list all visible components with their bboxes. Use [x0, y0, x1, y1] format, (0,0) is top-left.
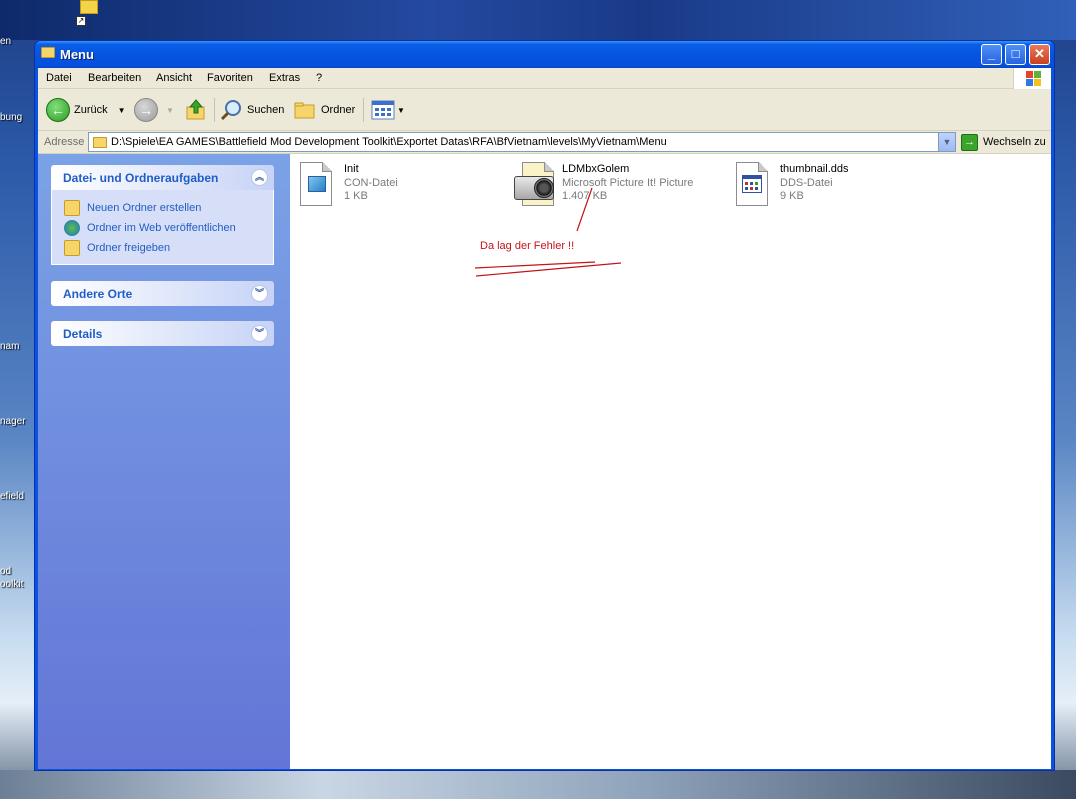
go-label: Wechseln zu: [983, 136, 1046, 148]
desktop-label[interactable]: od: [0, 566, 11, 577]
file-list: Init CON-Datei 1 KB LDMbxGolem Microsoft…: [290, 154, 1051, 769]
folder-icon: [93, 137, 107, 148]
task-label: Ordner freigeben: [87, 242, 171, 254]
menu-datei[interactable]: Datei: [46, 72, 72, 84]
close-button[interactable]: ✕: [1029, 44, 1050, 65]
forward-arrow-icon: →: [134, 98, 158, 122]
menu-extras[interactable]: Extras: [269, 72, 300, 84]
minimize-button[interactable]: _: [981, 44, 1002, 65]
standard-toolbar: ← Zurück ▼ → ▼ Suchen Ordner ▼: [38, 89, 1051, 131]
go-button[interactable]: → Wechseln zu: [961, 133, 1046, 151]
desktop-label[interactable]: oolkit: [0, 579, 23, 590]
maximize-button[interactable]: □: [1005, 44, 1026, 65]
file-type: Microsoft Picture It! Picture: [562, 177, 694, 189]
task-new-folder[interactable]: Neuen Ordner erstellen: [64, 198, 273, 218]
up-folder-button[interactable]: [184, 96, 208, 124]
file-type: CON-Datei: [344, 177, 398, 189]
file-item[interactable]: thumbnail.dds DDS-Datei 9 KB: [732, 160, 942, 212]
file-type: DDS-Datei: [780, 177, 833, 189]
panel-title: Datei- und Ordneraufgaben: [63, 171, 219, 185]
desktop-background-top: [0, 0, 1076, 40]
menu-bearbeiten[interactable]: Bearbeiten: [88, 72, 141, 84]
task-label: Neuen Ordner erstellen: [87, 202, 202, 214]
folders-icon: [294, 102, 315, 119]
title-bar[interactable]: Menu _ □ ✕: [35, 41, 1054, 68]
file-item[interactable]: Init CON-Datei 1 KB: [296, 160, 506, 212]
menu-ansicht[interactable]: Ansicht: [156, 72, 192, 84]
address-bar: Adresse D:\Spiele\EA GAMES\Battlefield M…: [38, 131, 1051, 154]
back-label: Zurück: [74, 104, 108, 116]
desktop-label[interactable]: bung: [0, 112, 22, 123]
toolbar-separator: [214, 98, 215, 122]
menu-bar: Datei Bearbeiten Ansicht Favoriten Extra…: [38, 68, 1051, 89]
panel-header[interactable]: Datei- und Ordneraufgaben ︽: [51, 165, 274, 190]
panel-body: Neuen Ordner erstellen Ordner im Web ver…: [51, 190, 274, 265]
desktop-label[interactable]: nager: [0, 416, 26, 427]
up-folder-icon: [186, 99, 205, 120]
address-path: D:\Spiele\EA GAMES\Battlefield Mod Devel…: [111, 136, 667, 148]
folder-icon: [80, 0, 98, 14]
chevron-down-icon: ▼: [397, 105, 405, 115]
panel-title: Details: [63, 327, 103, 341]
con-file-icon: [296, 160, 336, 208]
search-button[interactable]: Suchen: [219, 96, 284, 124]
go-arrow-icon: →: [961, 133, 978, 151]
address-dropdown-button[interactable]: ▼: [938, 133, 955, 151]
folder-icon: [41, 47, 55, 58]
file-name: thumbnail.dds: [780, 163, 849, 175]
views-button[interactable]: ▼: [371, 96, 405, 124]
file-name: LDMbxGolem: [562, 163, 630, 175]
file-size: 9 KB: [780, 190, 804, 202]
panel-title: Andere Orte: [63, 287, 133, 301]
back-button[interactable]: ← Zurück ▼: [46, 96, 126, 124]
folders-label: Ordner: [321, 104, 356, 116]
address-input[interactable]: D:\Spiele\EA GAMES\Battlefield Mod Devel…: [88, 132, 956, 152]
window-client: Datei Bearbeiten Ansicht Favoriten Extra…: [38, 68, 1051, 769]
dds-file-icon: [732, 160, 772, 208]
file-size: 1.407 KB: [562, 190, 608, 202]
other-places-panel: Andere Orte ︾: [51, 281, 274, 306]
views-icon: [371, 100, 395, 120]
search-label: Suchen: [247, 104, 285, 116]
details-panel: Details ︾: [51, 321, 274, 346]
chevron-down-icon[interactable]: ▼: [166, 106, 174, 115]
windows-logo-icon: [1013, 68, 1051, 89]
folders-button[interactable]: Ordner: [293, 96, 355, 124]
task-publish-web[interactable]: Ordner im Web veröffentlichen: [64, 218, 273, 238]
desktop-label[interactable]: efield: [0, 491, 24, 502]
collapse-icon[interactable]: ︽: [251, 169, 268, 186]
search-icon: [220, 100, 241, 121]
back-arrow-icon: ←: [46, 98, 70, 122]
file-name: Init: [344, 163, 359, 175]
expand-icon[interactable]: ︾: [251, 325, 268, 342]
explorer-window: Menu _ □ ✕ Datei Bearbeiten Ansicht Favo…: [34, 40, 1055, 771]
panel-header[interactable]: Andere Orte ︾: [51, 281, 274, 306]
task-pane: Datei- und Ordneraufgaben ︽ Neuen Ordner…: [38, 154, 290, 769]
desktop-label[interactable]: en: [0, 36, 11, 47]
new-folder-icon: [64, 200, 80, 216]
camera-icon: [514, 160, 554, 208]
share-folder-icon: [64, 240, 80, 256]
toolbar-separator: [363, 98, 364, 122]
desktop-label[interactable]: nam: [0, 341, 19, 352]
menu-favoriten[interactable]: Favoriten: [207, 72, 253, 84]
globe-icon: [64, 220, 80, 236]
file-item[interactable]: LDMbxGolem Microsoft Picture It! Picture…: [514, 160, 724, 212]
address-label: Adresse: [44, 136, 85, 148]
task-label: Ordner im Web veröffentlichen: [87, 222, 236, 234]
window-title: Menu: [60, 47, 94, 62]
panel-header[interactable]: Details ︾: [51, 321, 274, 346]
forward-button[interactable]: → ▼: [134, 96, 174, 124]
menu-help[interactable]: ?: [316, 72, 322, 84]
file-size: 1 KB: [344, 190, 368, 202]
chevron-down-icon[interactable]: ▼: [118, 106, 126, 115]
file-folder-tasks-panel: Datei- und Ordneraufgaben ︽ Neuen Ordner…: [51, 165, 274, 265]
shortcut-arrow-icon: ↗: [76, 16, 86, 26]
annotation-text: Da lag der Fehler !!: [480, 240, 575, 252]
task-share-folder[interactable]: Ordner freigeben: [64, 238, 273, 258]
desktop-background-bottom: [0, 770, 1076, 799]
desktop-shortcut-icon[interactable]: ↗: [76, 0, 102, 26]
expand-icon[interactable]: ︾: [251, 285, 268, 302]
